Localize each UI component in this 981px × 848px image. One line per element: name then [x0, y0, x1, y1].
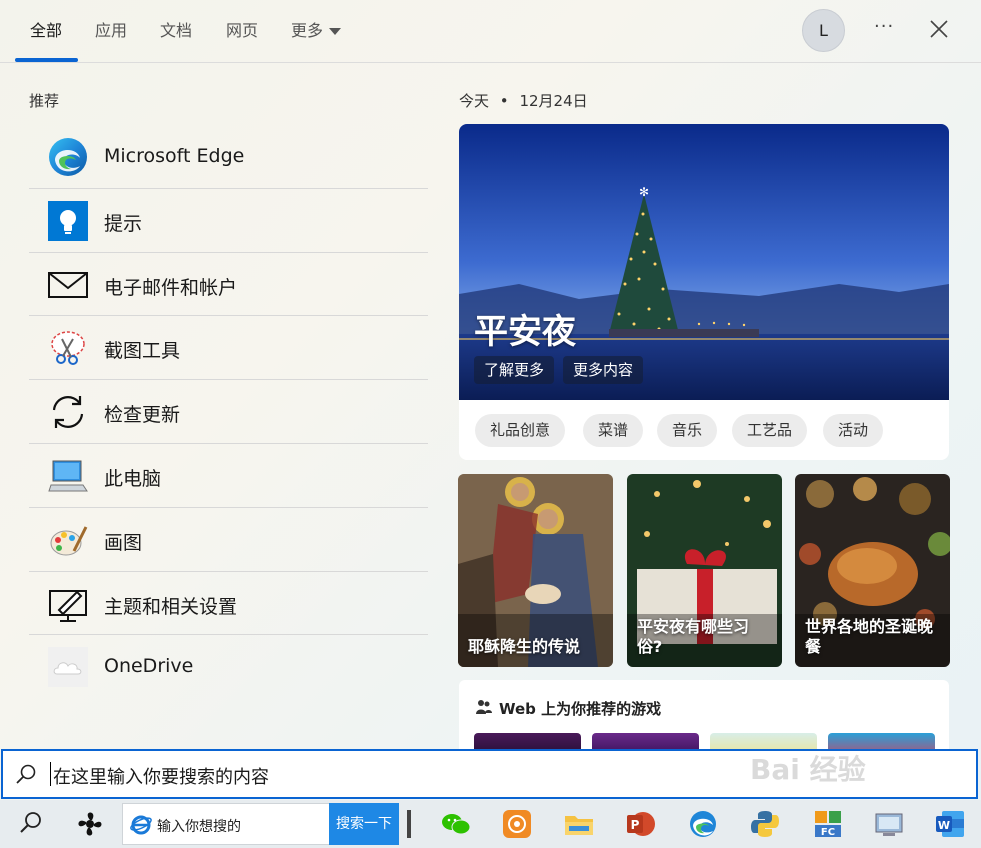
onedrive-icon [48, 647, 88, 688]
list-item[interactable]: 主题和相关设置 [29, 572, 428, 636]
wechat-icon[interactable] [440, 808, 472, 840]
list-item-label: 主题和相关设置 [104, 595, 238, 618]
date-value: 12月24日 [519, 92, 588, 110]
network-app-icon[interactable] [873, 808, 905, 840]
theme-settings-icon [49, 589, 87, 622]
today-label: 今天 [459, 92, 490, 110]
snipping-tool-icon [51, 331, 85, 366]
update-icon [52, 396, 84, 429]
more-content-button[interactable]: 更多内容 [563, 356, 644, 384]
today-date: 今天 • 12月24日 [459, 90, 588, 111]
list-item-label: 此电脑 [104, 467, 162, 490]
svg-text:✻: ✻ [639, 185, 649, 199]
edge-icon[interactable] [687, 808, 719, 840]
search-icon[interactable] [14, 808, 46, 840]
orange-app-icon[interactable] [501, 808, 533, 840]
list-item[interactable]: 截图工具 [29, 316, 428, 381]
taskbar-search-field[interactable]: 输入你想搜的 [122, 803, 330, 845]
list-item-label: 检查更新 [104, 404, 181, 427]
chip-events[interactable]: 活动 [823, 414, 884, 447]
date-separator: • [499, 92, 509, 110]
file-explorer-icon[interactable] [563, 808, 595, 840]
python-icon[interactable] [749, 808, 781, 840]
customs-card[interactable]: 平安夜有哪些习俗? [627, 474, 782, 667]
people-icon [476, 700, 492, 714]
tab-more-label: 更多 [291, 21, 324, 40]
list-item[interactable]: 检查更新 [29, 380, 428, 444]
hero-card[interactable]: ✻ 平安夜 了解更多 更多内容 礼品创意 菜谱 音乐 工艺品 活动 [459, 124, 949, 460]
list-item-label: 画图 [104, 531, 143, 554]
svg-text:FC: FC [821, 827, 835, 838]
tab-apps[interactable]: 应用 [95, 20, 127, 42]
avatar[interactable]: L [802, 9, 845, 52]
search-panel: 全部 应用 文档 网页 更多 L ··· 推荐 Microsoft Edge 提… [0, 0, 981, 800]
card-title: 平安夜有哪些习俗? [637, 617, 750, 656]
card-title: 耶稣降生的传说 [468, 637, 581, 656]
chip-gift-ideas[interactable]: 礼品创意 [475, 414, 566, 447]
recommend-list: Microsoft Edge 提示 电子邮件和帐户 截图工具 检查更新 此电脑 … [29, 125, 428, 699]
games-section: Web 上为你推荐的游戏 [459, 680, 949, 760]
search-input[interactable]: 在这里输入你要搜索的内容 [53, 763, 269, 789]
mail-icon [48, 271, 88, 298]
pinwheel-app-icon[interactable] [74, 808, 106, 840]
chip-recipes[interactable]: 菜谱 [583, 414, 644, 447]
list-item[interactable]: 画图 [29, 508, 428, 572]
powerpoint-icon[interactable]: P [625, 808, 657, 840]
list-item-label: 截图工具 [104, 340, 181, 363]
list-item[interactable]: Microsoft Edge [29, 125, 428, 189]
list-item[interactable]: 电子邮件和帐户 [29, 253, 428, 317]
tab-documents[interactable]: 文档 [160, 20, 192, 42]
list-item-label: 电子邮件和帐户 [104, 276, 238, 299]
search-icon [16, 764, 36, 784]
list-item[interactable]: OneDrive [29, 635, 428, 699]
hero-title: 平安夜 [474, 312, 576, 352]
paint-icon [50, 526, 88, 556]
svg-text:P: P [631, 818, 640, 832]
games-title: Web 上为你推荐的游戏 [499, 700, 662, 718]
ie-icon [130, 815, 152, 835]
top-bar: 全部 应用 文档 网页 更多 L ··· [0, 0, 981, 63]
watermark-logo: Bai 经验 [750, 753, 866, 786]
taskbar-divider [407, 810, 411, 838]
close-icon[interactable] [926, 16, 952, 42]
nativity-card[interactable]: 耶稣降生的传说 [458, 474, 613, 667]
list-item-label: OneDrive [104, 655, 194, 678]
computer-icon [48, 460, 88, 492]
dinner-card[interactable]: 世界各地的圣诞晚餐 [795, 474, 950, 667]
text-cursor [50, 762, 51, 786]
recommend-title: 推荐 [29, 92, 60, 110]
more-options-icon[interactable]: ··· [874, 16, 894, 37]
list-item[interactable]: 提示 [29, 189, 428, 253]
card-title: 世界各地的圣诞晚餐 [805, 617, 934, 656]
word-icon[interactable]: W [934, 808, 966, 840]
taskbar-search-placeholder: 输入你想搜的 [157, 819, 241, 835]
list-item[interactable]: 此电脑 [29, 444, 428, 508]
list-item-label: 提示 [104, 212, 143, 235]
chip-crafts[interactable]: 工艺品 [732, 414, 808, 447]
tips-icon [48, 200, 88, 241]
chevron-down-icon [329, 28, 342, 35]
edge-icon [49, 138, 87, 176]
taskbar-search-button[interactable]: 搜索一下 [329, 803, 399, 845]
fc-app-icon[interactable]: FC [812, 808, 844, 840]
tab-all[interactable]: 全部 [30, 20, 62, 42]
tab-more[interactable]: 更多 [291, 20, 342, 42]
list-item-label: Microsoft Edge [104, 145, 245, 167]
tab-web[interactable]: 网页 [226, 20, 258, 42]
learn-more-button[interactable]: 了解更多 [474, 356, 555, 384]
active-tab-indicator [15, 58, 78, 62]
chip-music[interactable]: 音乐 [657, 414, 718, 447]
svg-text:W: W [938, 819, 950, 832]
